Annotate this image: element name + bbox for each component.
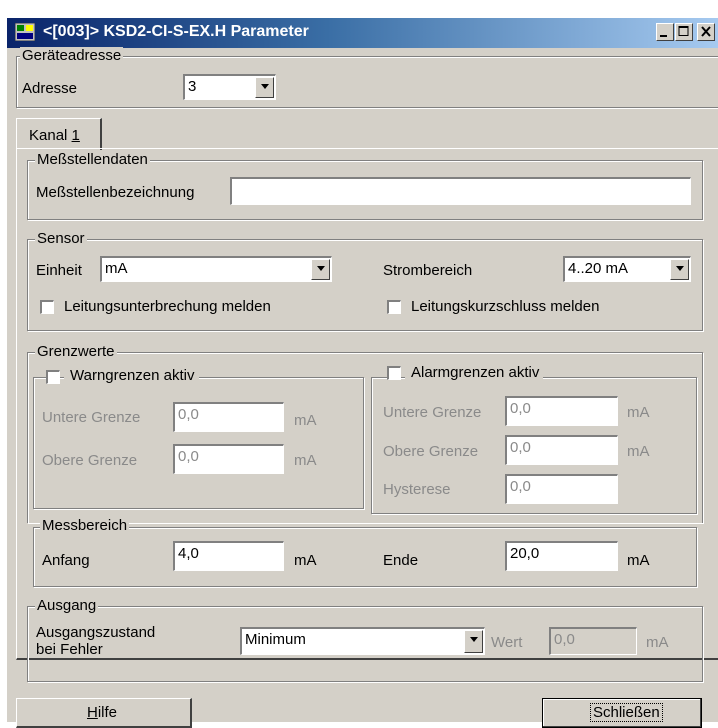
wire-break-checkbox[interactable] [40,300,54,314]
range-start-label: Anfang [42,552,90,569]
help-button[interactable]: Hilfe [16,698,192,728]
alarm-lower-input[interactable]: 0,0 [505,396,618,426]
unit-dropdown-button[interactable] [311,259,330,280]
background-strip [0,0,718,18]
alarm-upper-label: Obere Grenze [383,443,479,460]
unit-label: Einheit [36,262,82,279]
wire-break-label[interactable]: Leitungsunterbrechung melden [64,298,271,315]
range-end-unit: mA [627,552,650,569]
warning-upper-input[interactable]: 0,0 [173,444,284,474]
chevron-down-icon [676,266,684,271]
address-value: 3 [188,78,197,95]
tab-label-prefix: Kanal [29,127,72,144]
range-start-unit: mA [294,552,317,569]
output-value-label: Wert [491,634,523,651]
tab-label-mnemonic: 1 [71,127,80,144]
hysteresis-label: Hysterese [383,481,451,498]
window-title: <[003]> KSD2-CI-S-EX.H Parameter [43,23,309,40]
sensor-group [27,239,703,331]
measurement-point-legend: Meßstellendaten [35,151,150,168]
chevron-down-icon [470,637,478,642]
measurement-point-input[interactable] [230,177,691,205]
device-address-legend: Geräteadresse [20,47,124,64]
range-end-input[interactable]: 20,0 [505,541,618,571]
address-label: Adresse [22,80,78,97]
warning-upper-unit: mA [294,452,317,469]
output-state-value: Minimum [245,631,306,648]
output-state-label-line1: Ausgangszustand [36,624,156,641]
chevron-down-icon [261,84,269,89]
tab-kanal-1[interactable]: Kanal 1 [16,118,102,150]
tab-kanal-1-label: Kanal 1 [29,127,80,144]
close-icon [701,26,711,37]
output-state-select[interactable]: Minimum [240,627,485,655]
unit-select[interactable]: mA [100,256,332,282]
output-legend: Ausgang [35,597,99,614]
close-button[interactable]: Schließen [542,698,702,728]
current-range-dropdown-button[interactable] [670,259,689,280]
help-label-rest: ilfe [97,704,118,721]
current-range-select[interactable]: 4..20 mA [563,256,691,282]
alarm-lower-label: Untere Grenze [383,404,482,421]
output-value-unit: mA [646,634,669,651]
alarm-upper-input[interactable]: 0,0 [505,435,618,465]
short-circuit-label[interactable]: Leitungskurzschluss melden [411,298,599,315]
alarm-limits-label[interactable]: Alarmgrenzen aktiv [405,364,544,381]
warning-lower-unit: mA [294,412,317,429]
alarm-upper-unit: mA [627,443,650,460]
address-dropdown-button[interactable] [255,77,274,98]
short-circuit-checkbox[interactable] [387,300,401,314]
range-start-input[interactable]: 4,0 [173,541,284,571]
minimize-button[interactable] [656,23,674,41]
measuring-range-legend: Messbereich [40,517,130,534]
alarm-lower-unit: mA [627,404,650,421]
alarm-limits-checkbox[interactable] [387,366,401,380]
minimize-icon [660,35,667,37]
chevron-down-icon [317,266,325,271]
close-button-label: Schließen [590,703,663,722]
maximize-button[interactable] [675,23,693,41]
close-window-button[interactable] [697,23,715,41]
warning-limits-checkbox[interactable] [46,370,60,384]
limits-legend: Grenzwerte [35,343,117,360]
unit-value: mA [105,260,128,277]
address-select[interactable]: 3 [183,74,276,100]
warning-limits-label[interactable]: Warngrenzen aktiv [64,367,199,384]
sensor-legend: Sensor [35,230,87,247]
hysteresis-input[interactable]: 0,0 [505,474,618,504]
measurement-point-label: Meßstellenbezeichnung [36,184,195,201]
title-bar[interactable]: <[003]> KSD2-CI-S-EX.H Parameter [7,18,718,48]
output-state-dropdown-button[interactable] [464,630,483,653]
app-icon [14,22,36,42]
help-button-label: Hilfe [87,704,117,721]
output-value-input[interactable]: 0,0 [549,627,637,655]
current-range-label: Strombereich [383,262,473,279]
current-range-value: 4..20 mA [568,260,629,277]
maximize-icon [678,26,689,36]
warning-limits-group [33,377,364,509]
warning-lower-input[interactable]: 0,0 [173,402,284,432]
warning-lower-label: Untere Grenze [42,409,141,426]
range-end-label: Ende [383,552,419,569]
warning-upper-label: Obere Grenze [42,452,138,469]
help-mnemonic: H [87,704,98,721]
output-state-label-line2: bei Fehler [36,641,103,658]
